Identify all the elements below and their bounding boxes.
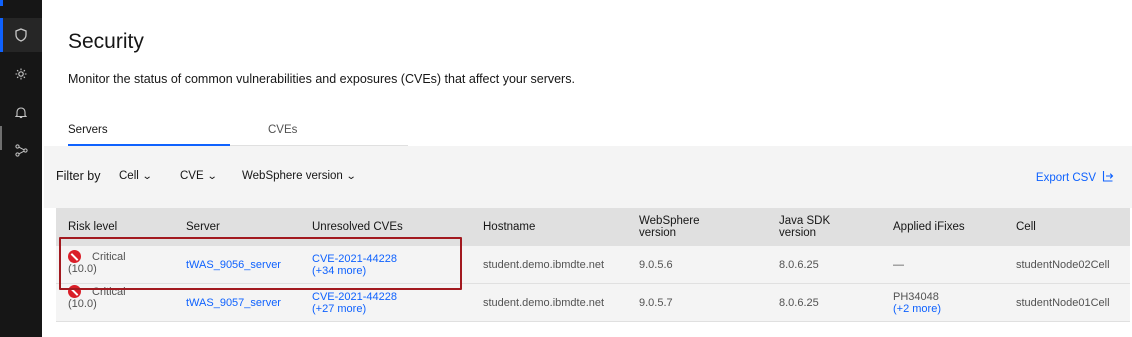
applied-ifixes-cell: PH34048 (+2 more) bbox=[893, 284, 941, 322]
column-header-applied-ifixes[interactable]: Applied iFixes bbox=[893, 208, 965, 246]
main-content: Security Monitor the status of common vu… bbox=[44, 0, 1132, 337]
table-row[interactable]: Critical (10.0) tWAS_9056_server CVE-202… bbox=[56, 246, 1130, 284]
page-title: Security bbox=[68, 30, 144, 53]
nav-settings-button[interactable] bbox=[0, 57, 42, 91]
risk-level-cell: Critical (10.0) bbox=[68, 246, 168, 284]
hostname-cell: student.demo.ibmdte.net bbox=[483, 259, 605, 271]
cve-more-link[interactable]: (+27 more) bbox=[312, 303, 397, 315]
page-description: Monitor the status of common vulnerabili… bbox=[68, 72, 575, 86]
hostname-cell: student.demo.ibmdte.net bbox=[483, 297, 605, 309]
server-link[interactable]: tWAS_9057_server bbox=[186, 297, 281, 309]
risk-score: (10.0) bbox=[68, 298, 97, 310]
export-csv-label: Export CSV bbox=[1035, 171, 1096, 184]
ifix-value: — bbox=[893, 259, 904, 271]
filter-cve-label: CVE bbox=[180, 170, 204, 182]
filter-cell-dropdown[interactable]: Cell ⌄ bbox=[119, 170, 153, 182]
unresolved-cves-cell: CVE-2021-44228 (+27 more) bbox=[312, 284, 397, 322]
servers-table: Risk level Server Unresolved CVEs Hostna… bbox=[56, 208, 1130, 322]
risk-level-label: Critical bbox=[92, 286, 126, 298]
risk-level-cell: Critical (10.0) bbox=[68, 284, 168, 322]
ifix-value: PH34048 bbox=[893, 291, 939, 303]
rail-top-accent bbox=[0, 0, 3, 6]
view-tabs: Servers CVEs bbox=[68, 116, 408, 146]
tab-servers[interactable]: Servers bbox=[68, 116, 230, 146]
server-link[interactable]: tWAS_9056_server bbox=[186, 259, 281, 271]
cve-link[interactable]: CVE-2021-44228 bbox=[312, 253, 397, 265]
export-csv-button[interactable]: Export CSV bbox=[1036, 170, 1114, 185]
topology-icon bbox=[14, 143, 28, 157]
security-shield-icon bbox=[15, 28, 27, 42]
column-header-java-sdk-version[interactable]: Java SDK version bbox=[779, 208, 849, 246]
export-icon bbox=[1102, 170, 1114, 185]
tab-cves[interactable]: CVEs bbox=[230, 116, 408, 146]
filter-by-label: Filter by bbox=[56, 169, 101, 183]
side-nav-rail bbox=[0, 0, 42, 337]
cell-name-cell: studentNode02Cell bbox=[1016, 259, 1110, 271]
server-cell: tWAS_9056_server bbox=[186, 246, 281, 284]
cell-name-cell: studentNode01Cell bbox=[1016, 297, 1110, 309]
websphere-version-cell: 9.0.5.6 bbox=[639, 259, 673, 271]
unresolved-cves-cell: CVE-2021-44228 (+34 more) bbox=[312, 246, 397, 284]
filter-toolbar: Filter by Cell ⌄ CVE ⌄ WebSphere version… bbox=[44, 146, 1132, 322]
notification-bell-icon bbox=[15, 106, 27, 119]
websphere-version-cell: 9.0.5.7 bbox=[639, 297, 673, 309]
settings-gear-icon bbox=[15, 68, 27, 80]
column-header-hostname[interactable]: Hostname bbox=[483, 208, 535, 246]
chevron-down-icon: ⌄ bbox=[345, 170, 357, 182]
filter-cve-dropdown[interactable]: CVE ⌄ bbox=[180, 170, 218, 182]
java-sdk-version-cell: 8.0.6.25 bbox=[779, 259, 819, 271]
chevron-down-icon: ⌄ bbox=[141, 170, 153, 182]
nav-topology-button[interactable] bbox=[0, 133, 42, 167]
column-header-unresolved-cves[interactable]: Unresolved CVEs bbox=[312, 208, 403, 246]
filter-cell-label: Cell bbox=[119, 170, 139, 182]
column-header-risk-level[interactable]: Risk level bbox=[68, 208, 168, 246]
table-header: Risk level Server Unresolved CVEs Hostna… bbox=[56, 208, 1130, 246]
server-cell: tWAS_9057_server bbox=[186, 284, 281, 322]
applied-ifixes-cell: — bbox=[893, 246, 904, 284]
table-row[interactable]: Critical (10.0) tWAS_9057_server CVE-202… bbox=[56, 284, 1130, 322]
java-sdk-version-cell: 8.0.6.25 bbox=[779, 297, 819, 309]
filter-websphere-version-label: WebSphere version bbox=[242, 170, 343, 182]
ifix-more-link[interactable]: (+2 more) bbox=[893, 303, 941, 315]
column-header-cell[interactable]: Cell bbox=[1016, 208, 1036, 246]
filter-websphere-version-dropdown[interactable]: WebSphere version ⌄ bbox=[242, 170, 357, 182]
chevron-down-icon: ⌄ bbox=[206, 170, 218, 182]
cve-more-link[interactable]: (+34 more) bbox=[312, 265, 397, 277]
column-header-server[interactable]: Server bbox=[186, 208, 220, 246]
cve-link[interactable]: CVE-2021-44228 bbox=[312, 291, 397, 303]
column-header-websphere-version[interactable]: WebSphere version bbox=[639, 208, 729, 246]
risk-level-label: Critical bbox=[92, 251, 126, 263]
risk-score: (10.0) bbox=[68, 263, 97, 275]
nav-security-button[interactable] bbox=[0, 18, 42, 52]
nav-notifications-button[interactable] bbox=[0, 95, 42, 129]
